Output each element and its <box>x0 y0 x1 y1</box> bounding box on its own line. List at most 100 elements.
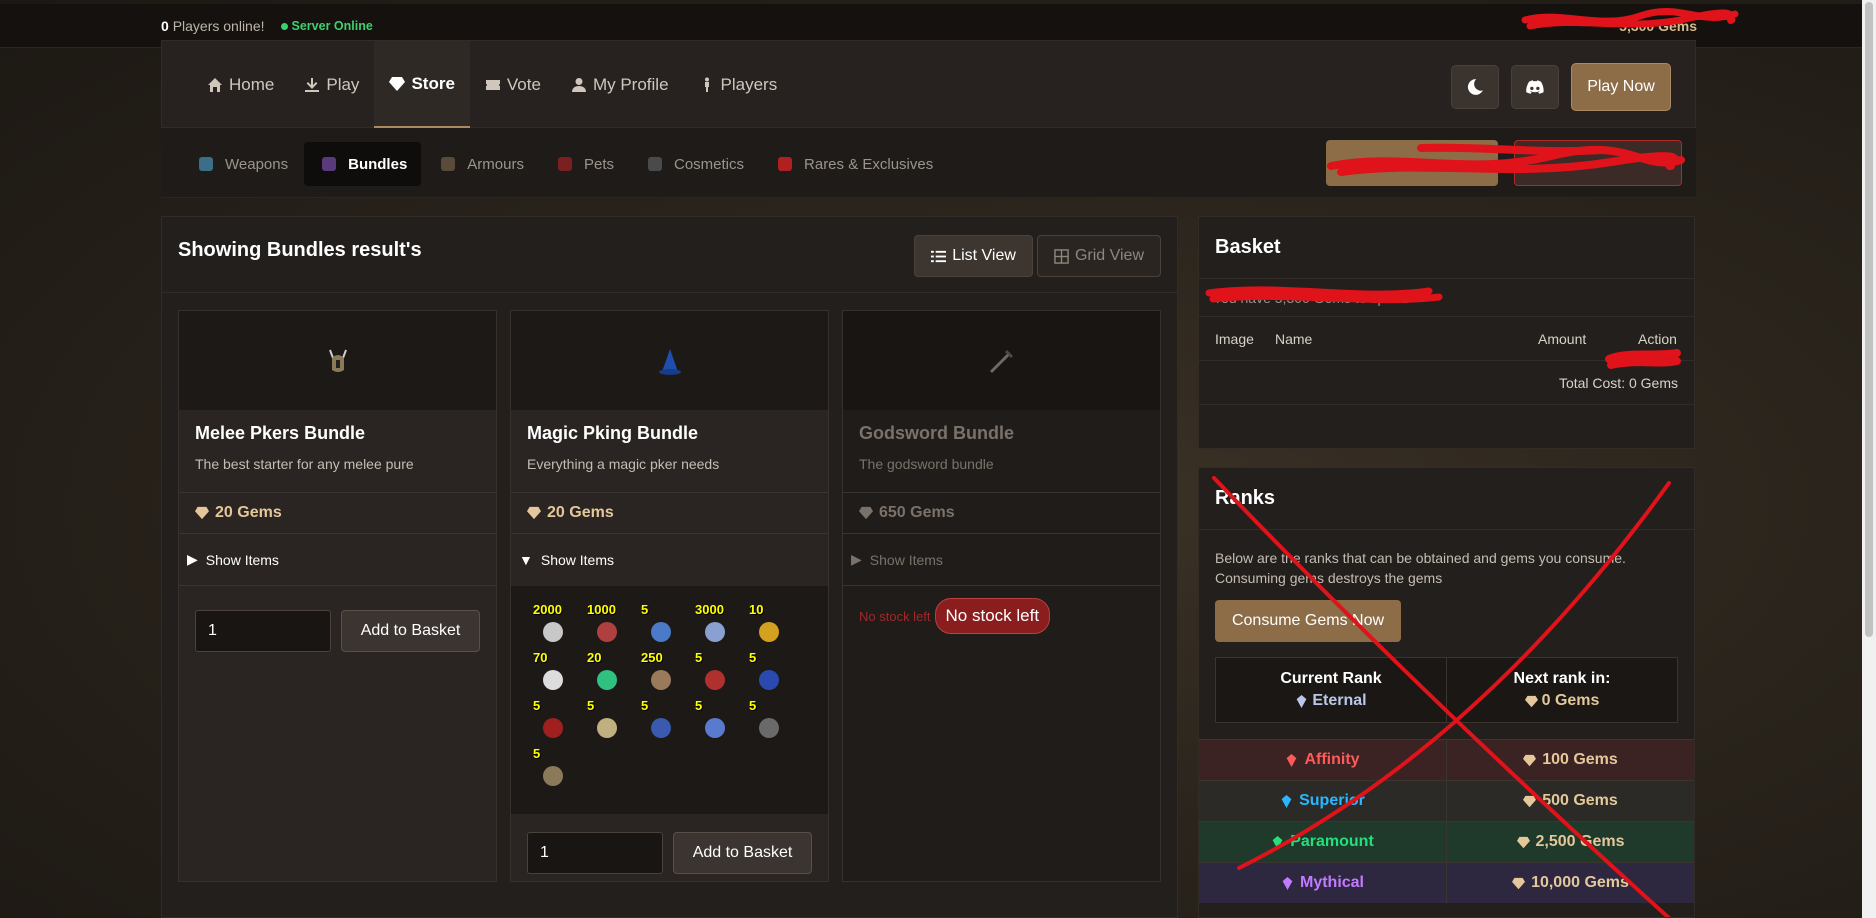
user-gems[interactable]: 5,300 Gems <box>1619 18 1697 34</box>
item-quantity: 250 <box>641 650 663 665</box>
item-quantity: 5 <box>695 650 703 665</box>
gem-icon <box>1524 695 1538 707</box>
rank-cost: 100 Gems <box>1447 740 1694 780</box>
pickaxe-icon <box>648 157 662 171</box>
ranks-description: Below are the ranks that can be obtained… <box>1215 550 1626 586</box>
ranks-panel: Ranks Below are the ranks that can be ob… <box>1198 467 1695 918</box>
item-icon <box>597 622 617 642</box>
download-icon <box>305 78 320 92</box>
armour-icon <box>441 157 456 171</box>
nav-players[interactable]: Players <box>684 41 793 129</box>
bundle-item: 5 <box>527 698 577 746</box>
bundle-item: 5 <box>635 602 685 650</box>
quantity-input[interactable] <box>195 610 331 652</box>
item-icon <box>543 622 563 642</box>
show-items-toggle[interactable]: ▶ Show Items <box>179 534 496 586</box>
bundle-items-grid: 2000 1000 5 3000 10 70 20 250 5 5 5 5 5 5 5 5 <box>511 586 828 814</box>
bundle-title: Melee Pkers Bundle <box>195 423 366 443</box>
bundle-item: 10 <box>743 602 793 650</box>
basket-balance: You have 5,300 Gems to spend <box>1199 279 1694 317</box>
bundle-item: 250 <box>635 650 685 698</box>
bundle-item: 5 <box>581 698 631 746</box>
bundle-title: Godsword Bundle <box>859 423 1014 443</box>
home-icon <box>208 78 222 92</box>
dark-mode-toggle[interactable] <box>1451 65 1499 109</box>
item-quantity: 5 <box>749 650 757 665</box>
list-icon <box>931 250 947 262</box>
category-bundles[interactable]: Bundles <box>304 142 422 186</box>
bundle-item: 5 <box>743 698 793 746</box>
bundle-image <box>511 311 828 410</box>
players-online: 0 Players online! <box>161 18 265 34</box>
account-button[interactable] <box>1514 140 1682 186</box>
category-weapons[interactable]: Weapons <box>181 142 302 186</box>
consume-gems-button[interactable]: Consume Gems Now <box>1215 600 1401 642</box>
item-quantity: 5 <box>587 698 595 713</box>
sword-icon <box>199 157 213 171</box>
grid-view-button[interactable]: Grid View <box>1036 235 1161 277</box>
item-icon <box>759 718 779 738</box>
bundle-description: The best starter for any melee pure <box>195 456 414 472</box>
category-cosmetics[interactable]: Cosmetics <box>630 142 758 186</box>
gift-box-icon <box>322 157 337 171</box>
person-icon <box>704 77 709 92</box>
item-icon <box>759 670 779 690</box>
bundle-item: 5 <box>635 698 685 746</box>
item-quantity: 20 <box>587 650 602 665</box>
gem-icon <box>1282 876 1293 890</box>
scrollbar-thumb[interactable] <box>1865 2 1873 637</box>
col-action: Action <box>1638 330 1677 347</box>
category-armours[interactable]: Armours <box>423 142 538 186</box>
item-icon <box>705 622 725 642</box>
rank-row: Paramount 2,500 Gems <box>1199 821 1694 862</box>
discord-icon <box>1526 80 1544 94</box>
page-scrollbar[interactable] <box>1862 0 1876 918</box>
category-pets[interactable]: Pets <box>540 142 628 186</box>
item-quantity: 5 <box>533 746 541 761</box>
play-now-button[interactable]: Play Now <box>1571 63 1671 111</box>
add-to-basket-button[interactable]: Add to Basket <box>341 610 480 652</box>
item-quantity: 5 <box>749 698 757 713</box>
add-to-basket-button[interactable]: Add to Basket <box>673 832 812 874</box>
discord-button[interactable] <box>1511 65 1559 109</box>
current-rank-label: Current Rank <box>1280 670 1382 687</box>
main-navbar: Home Play Store Vote My Profile Players Play … <box>161 40 1696 129</box>
item-icon <box>651 622 671 642</box>
item-icon <box>543 670 563 690</box>
bundle-card: Magic Pking Bundle Everything a magic pk… <box>510 310 829 882</box>
rank-list: Affinity 100 Gems Superior 500 Gems Paramoun… <box>1199 739 1694 903</box>
category-rares-exclusives[interactable]: Rares & Exclusives <box>760 142 947 186</box>
list-view-button[interactable]: List View <box>914 235 1033 277</box>
item-icon <box>759 622 779 642</box>
item-icon <box>651 718 671 738</box>
user-icon <box>571 78 586 92</box>
gem-icon <box>195 506 209 520</box>
basket-button[interactable] <box>1326 140 1498 186</box>
grid-icon <box>1054 248 1069 264</box>
next-rank-label: Next rank in: <box>1513 670 1611 687</box>
show-items-toggle[interactable]: ▶ Show Items <box>843 534 1160 586</box>
nav-home[interactable]: Home <box>192 41 289 129</box>
current-rank-value: Eternal <box>1295 692 1367 710</box>
rank-row: Superior 500 Gems <box>1199 780 1694 821</box>
rank-cost: 500 Gems <box>1447 781 1694 821</box>
quantity-input[interactable] <box>527 832 663 874</box>
nav-my-profile[interactable]: My Profile <box>556 41 684 129</box>
col-image: Image <box>1215 330 1254 347</box>
gem-icon <box>1272 835 1283 849</box>
gem-icon <box>1297 694 1307 708</box>
server-status: Server Online <box>280 19 373 33</box>
bundle-image <box>179 311 496 410</box>
col-amount: Amount <box>1538 330 1587 347</box>
triangle-right-icon: ▶ <box>851 551 862 567</box>
basket-panel: Basket You have 5,300 Gems to spend Imag… <box>1198 216 1695 449</box>
item-quantity: 10 <box>749 602 764 617</box>
nav-store[interactable]: Store <box>374 41 470 129</box>
nav-play[interactable]: Play <box>289 41 374 129</box>
basket-total: Total Cost: 0 Gems <box>1199 361 1694 405</box>
show-items-toggle[interactable]: ▼ Show Items <box>511 534 828 586</box>
bundle-item: 5 <box>743 650 793 698</box>
status-dot-icon <box>280 22 288 30</box>
bundle-item: 1000 <box>581 602 631 650</box>
nav-vote[interactable]: Vote <box>470 41 556 129</box>
